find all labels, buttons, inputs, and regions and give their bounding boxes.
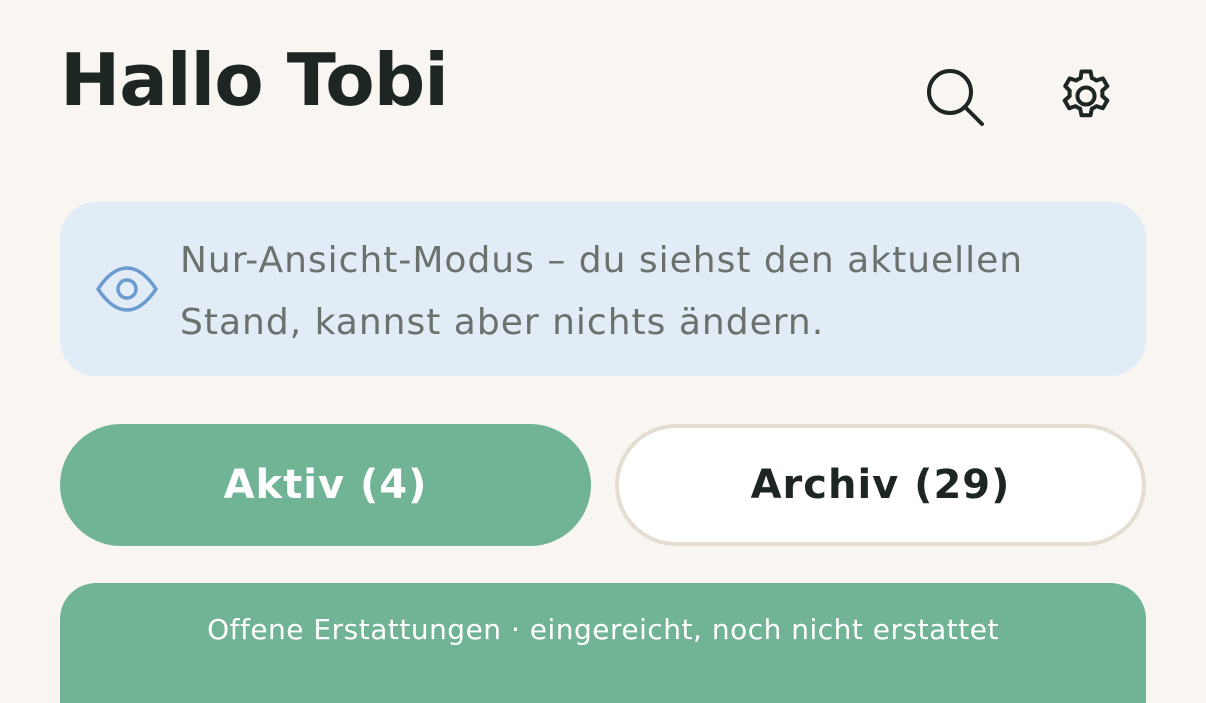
tab-active[interactable]: Aktiv (4) <box>60 424 591 546</box>
eye-icon <box>96 266 158 312</box>
search-icon <box>927 69 984 126</box>
view-only-banner: Nur-Ansicht-Modus – du siehst den aktuel… <box>60 202 1146 376</box>
banner-text: Nur-Ansicht-Modus – du siehst den aktuel… <box>180 240 1024 343</box>
tab-archive[interactable]: Archiv (29) <box>615 424 1146 546</box>
gear-icon <box>1062 69 1110 118</box>
page-title: Hallo Tobi <box>60 38 449 122</box>
open-reimbursements-header: Offene Erstattungen · eingereicht, noch … <box>60 583 1146 703</box>
section-caption: Offene Erstattungen · eingereicht, noch … <box>207 613 999 646</box>
search-button[interactable] <box>918 60 990 132</box>
settings-button[interactable] <box>1050 60 1122 132</box>
